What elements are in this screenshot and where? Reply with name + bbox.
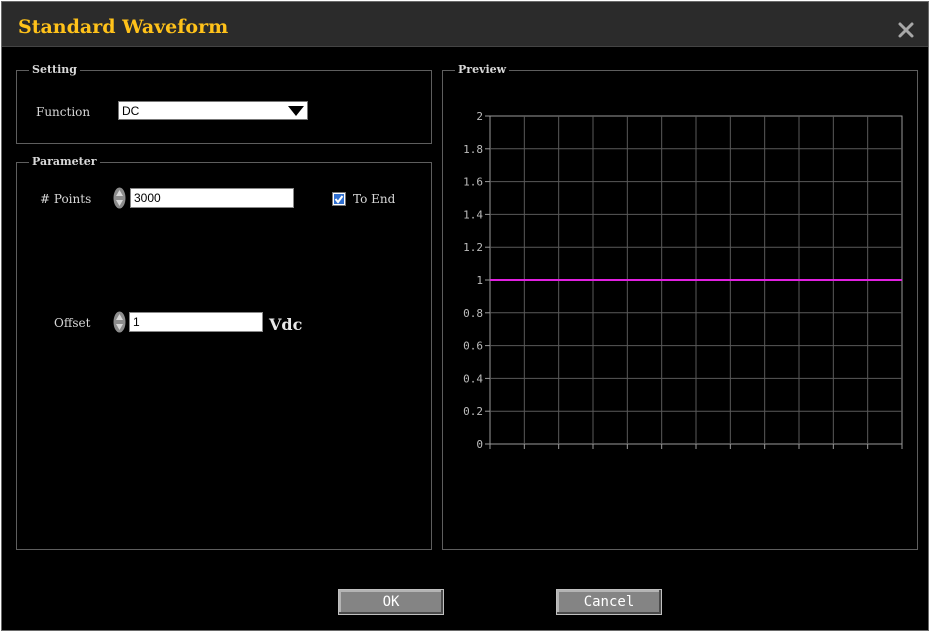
- chevron-down-icon[interactable]: [286, 103, 306, 118]
- y-tick-label: 2: [476, 110, 483, 123]
- title-bar[interactable]: Standard Waveform: [2, 2, 928, 47]
- y-tick-label: 1.6: [463, 176, 483, 189]
- parameter-group: Parameter: [16, 154, 432, 550]
- function-select-value: DC: [122, 104, 140, 118]
- points-label: # Points: [40, 192, 92, 206]
- y-tick-label: 0.6: [463, 340, 483, 353]
- cancel-button[interactable]: Cancel: [556, 589, 662, 615]
- y-tick-label: 0.4: [463, 372, 483, 385]
- dialog-title: Standard Waveform: [18, 16, 229, 38]
- points-spinner-icon[interactable]: [113, 187, 126, 209]
- y-tick-label: 0: [476, 438, 483, 451]
- y-tick-label: 0.8: [463, 307, 483, 320]
- function-label: Function: [36, 105, 91, 119]
- to-end-label: To End: [353, 192, 396, 206]
- setting-legend: Setting: [29, 62, 80, 78]
- offset-input[interactable]: [129, 312, 263, 332]
- standard-waveform-dialog: Standard Waveform Setting Function DC Pa…: [1, 1, 929, 631]
- offset-unit: Vdc: [269, 315, 303, 334]
- y-tick-label: 1: [476, 274, 483, 287]
- parameter-legend: Parameter: [29, 154, 100, 170]
- to-end-checkbox[interactable]: [332, 192, 346, 206]
- preview-chart: 0 0.2 0.4 0.6 0.8 1 1.2 1.4 1.6 1.8 2: [463, 110, 903, 451]
- function-select[interactable]: DC: [118, 101, 308, 120]
- y-tick-label: 1.8: [463, 143, 483, 156]
- offset-spinner-icon[interactable]: [113, 311, 126, 333]
- y-tick-label: 1.4: [463, 208, 483, 221]
- y-tick-label: 0.2: [463, 405, 483, 418]
- close-icon[interactable]: [896, 20, 916, 40]
- y-tick-label: 1.2: [463, 241, 483, 254]
- offset-label: Offset: [54, 316, 91, 330]
- points-input[interactable]: [130, 188, 294, 208]
- ok-button[interactable]: OK: [338, 589, 444, 615]
